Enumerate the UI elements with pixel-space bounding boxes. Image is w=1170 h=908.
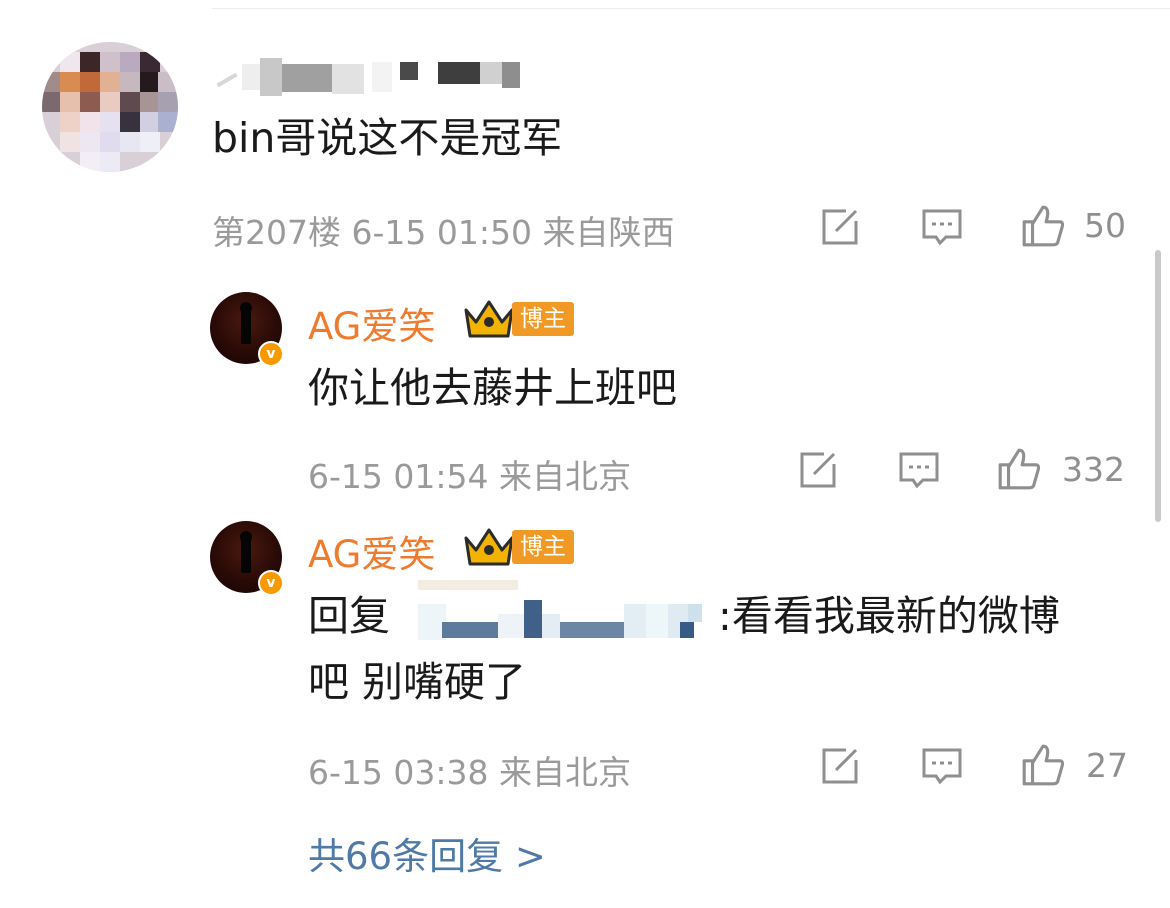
verified-icon: v xyxy=(258,341,284,367)
reply-prefix: 回复 xyxy=(308,592,390,640)
reply-like-count: 332 xyxy=(1062,450,1125,489)
edit-icon[interactable] xyxy=(818,205,862,249)
verified-icon: v xyxy=(258,570,284,596)
reply-text-line1: :看看我最新的微博 xyxy=(718,592,1060,640)
view-more-replies-link[interactable]: 共66条回复 > xyxy=(308,826,546,880)
owner-badge: 博主 xyxy=(512,530,574,564)
edit-icon[interactable] xyxy=(796,448,840,492)
crown-icon xyxy=(462,524,516,570)
edit-icon[interactable] xyxy=(818,744,862,788)
reply-author[interactable]: AG爱笑 xyxy=(308,296,435,350)
comment-icon[interactable] xyxy=(897,448,941,492)
reply-meta: 6-15 01:54 来自北京 xyxy=(308,457,631,496)
comment-text: bin哥说这不是冠军 xyxy=(212,114,563,162)
reply-text: 你让他去藤井上班吧 xyxy=(308,364,677,412)
top-divider xyxy=(212,8,1170,9)
reply-author[interactable]: AG爱笑 xyxy=(308,524,435,578)
reply-meta: 6-15 03:38 来自北京 xyxy=(308,753,631,792)
commenter-name-redacted[interactable] xyxy=(212,56,532,100)
comment-meta: 第207楼 6-15 01:50 来自陕西 xyxy=(212,213,675,252)
crown-icon xyxy=(462,296,516,342)
owner-badge: 博主 xyxy=(512,302,574,336)
like-icon[interactable] xyxy=(1020,742,1066,788)
reply-text-line2: 吧 别嘴硬了 xyxy=(308,658,527,706)
commenter-avatar[interactable] xyxy=(42,42,178,172)
like-icon[interactable] xyxy=(996,446,1042,492)
reply-like-count: 27 xyxy=(1086,746,1128,785)
comment-like-count: 50 xyxy=(1084,206,1126,245)
scrollbar[interactable] xyxy=(1155,250,1161,522)
comment-icon[interactable] xyxy=(920,744,964,788)
comment-icon[interactable] xyxy=(920,205,964,249)
like-icon[interactable] xyxy=(1020,203,1066,249)
mentioned-user-redacted[interactable] xyxy=(398,574,718,644)
